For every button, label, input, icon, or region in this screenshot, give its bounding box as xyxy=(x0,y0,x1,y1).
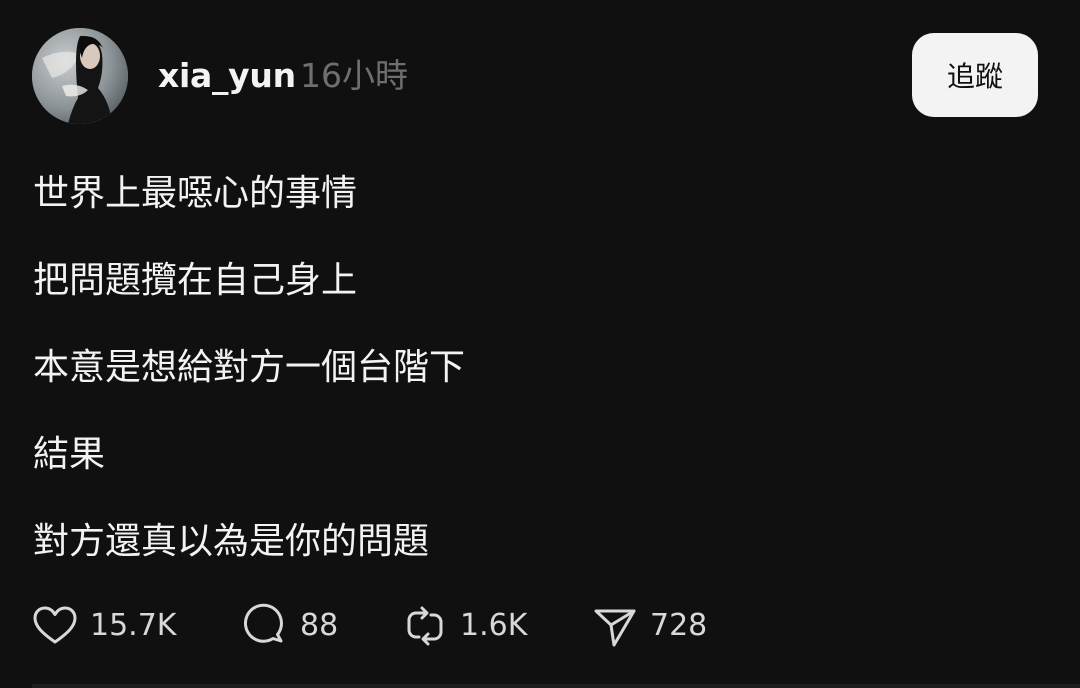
post-text-line: 結果 xyxy=(33,434,106,475)
repost-icon xyxy=(402,603,448,649)
post-content: 世界上最噁心的事情 把問題攬在自己身上 本意是想給對方一個台階下 結果 對方還真… xyxy=(33,168,1013,603)
send-icon xyxy=(592,603,638,649)
follow-button[interactable]: 追蹤 xyxy=(912,33,1038,117)
like-button[interactable]: 15.7K xyxy=(32,602,176,650)
share-button[interactable]: 728 xyxy=(592,602,707,650)
repost-count: 1.6K xyxy=(460,608,528,643)
avatar-image xyxy=(32,28,128,124)
comment-button[interactable]: 88 xyxy=(242,602,338,650)
like-count: 15.7K xyxy=(90,608,177,643)
post-timestamp: 16小時 xyxy=(300,56,408,95)
username[interactable]: xia_yun xyxy=(158,56,296,96)
heart-icon xyxy=(32,603,78,649)
comment-bubble-icon xyxy=(242,603,288,649)
post-text-line: 本意是想給對方一個台階下 xyxy=(33,347,466,388)
post-text-line: 世界上最噁心的事情 xyxy=(33,173,358,214)
share-count: 728 xyxy=(650,608,708,643)
post: xia_yun 16小時 追蹤 世界上最噁心的事情 把問題攬在自己身上 本意是想… xyxy=(0,0,1080,688)
post-text-line: 對方還真以為是你的問題 xyxy=(33,521,430,562)
repost-button[interactable]: 1.6K xyxy=(402,602,527,650)
post-text-line: 把問題攬在自己身上 xyxy=(33,260,358,301)
action-bar: 15.7K 88 1.6K 728 xyxy=(32,602,1032,650)
avatar[interactable] xyxy=(32,28,128,124)
post-divider xyxy=(32,684,1080,688)
comment-count: 88 xyxy=(300,608,339,643)
